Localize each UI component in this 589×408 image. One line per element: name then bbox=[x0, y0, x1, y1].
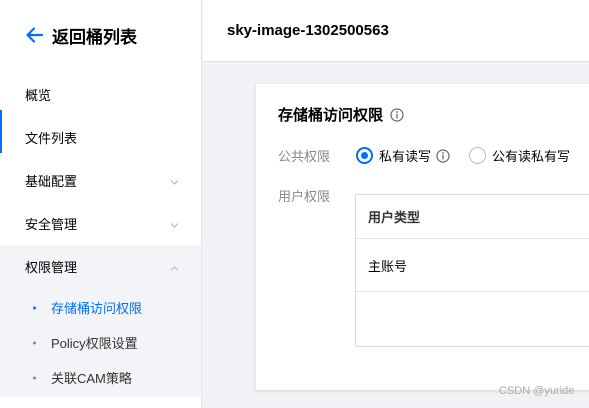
sidebar-item-label: 安全管理 bbox=[25, 217, 78, 232]
info-icon[interactable] bbox=[436, 148, 450, 163]
user-permission-table: 用户类型 主账号 bbox=[355, 194, 589, 347]
back-to-bucket-list-button[interactable]: 返回桶列表 bbox=[26, 22, 137, 48]
sidebar-item-security[interactable]: 安全管理 bbox=[0, 202, 201, 245]
sidebar-item-label: 基础配置 bbox=[25, 174, 78, 189]
public-permission-label: 公共权限 bbox=[278, 149, 331, 164]
sidebar-item-label: 文件列表 bbox=[25, 131, 78, 146]
info-icon[interactable] bbox=[390, 107, 404, 122]
sidebar-subitem-label: Policy权限设置 bbox=[51, 336, 138, 351]
table-row-empty bbox=[356, 292, 589, 346]
bucket-name: sky-image-1302500563 bbox=[227, 22, 389, 39]
back-label: 返回桶列表 bbox=[52, 27, 137, 47]
header-bar: sky-image-1302500563 bbox=[203, 0, 589, 62]
sidebar-item-label: 权限管理 bbox=[25, 260, 78, 275]
chevron-up-icon bbox=[170, 259, 179, 274]
radio-label: 私有读写 bbox=[379, 149, 432, 164]
radio-label: 公有读私有写 bbox=[492, 149, 571, 164]
watermark: CSDN @yuride bbox=[499, 385, 575, 397]
arrow-left-icon bbox=[26, 27, 43, 43]
card-title: 存储桶访问权限 bbox=[278, 107, 384, 124]
sidebar: 返回桶列表 概览 文件列表 基础配置 安全管理 权限管理 存储桶访问权限 Pol… bbox=[0, 0, 202, 408]
radio-private-read-write[interactable]: 私有读写 bbox=[356, 146, 450, 165]
sidebar-item-permission-management[interactable]: 权限管理 bbox=[0, 245, 201, 288]
sidebar-subitem-bucket-access[interactable]: 存储桶访问权限 bbox=[0, 290, 201, 325]
radio-public-read-private-write[interactable]: 公有读私有写 bbox=[469, 146, 570, 165]
sidebar-item-file-list[interactable]: 文件列表 bbox=[0, 116, 201, 159]
bucket-access-card: 存储桶访问权限 公共权限 私有读写 公有读私有写 用户权限 用户类型 主账号 bbox=[256, 84, 589, 390]
sidebar-item-overview[interactable]: 概览 bbox=[0, 73, 201, 116]
chevron-down-icon bbox=[170, 173, 179, 188]
sidebar-item-basic-config[interactable]: 基础配置 bbox=[0, 159, 201, 202]
radio-unchecked-icon bbox=[469, 147, 487, 164]
table-header-user-type: 用户类型 bbox=[356, 195, 589, 239]
bullet-icon bbox=[33, 306, 36, 309]
user-permission-label: 用户权限 bbox=[278, 189, 331, 204]
sidebar-subitem-cam-policy[interactable]: 关联CAM策略 bbox=[0, 360, 201, 395]
table-cell-user-type: 主账号 bbox=[368, 258, 408, 274]
permission-submenu: 存储桶访问权限 Policy权限设置 关联CAM策略 bbox=[0, 288, 201, 397]
chevron-down-icon bbox=[170, 216, 179, 231]
sidebar-subitem-policy[interactable]: Policy权限设置 bbox=[0, 325, 201, 360]
sidebar-subitem-label: 关联CAM策略 bbox=[51, 371, 132, 386]
public-permission-radio-group: 私有读写 公有读私有写 bbox=[356, 146, 589, 165]
sidebar-subitem-label: 存储桶访问权限 bbox=[51, 301, 143, 316]
sidebar-item-label: 概览 bbox=[25, 88, 52, 103]
bullet-icon bbox=[33, 376, 36, 379]
card-title-row: 存储桶访问权限 bbox=[278, 104, 404, 125]
bullet-icon bbox=[33, 341, 36, 344]
radio-checked-icon bbox=[356, 147, 373, 164]
sidebar-menu: 概览 文件列表 基础配置 安全管理 权限管理 存储桶访问权限 Policy权限设… bbox=[0, 73, 201, 397]
table-row: 主账号 bbox=[356, 239, 589, 292]
